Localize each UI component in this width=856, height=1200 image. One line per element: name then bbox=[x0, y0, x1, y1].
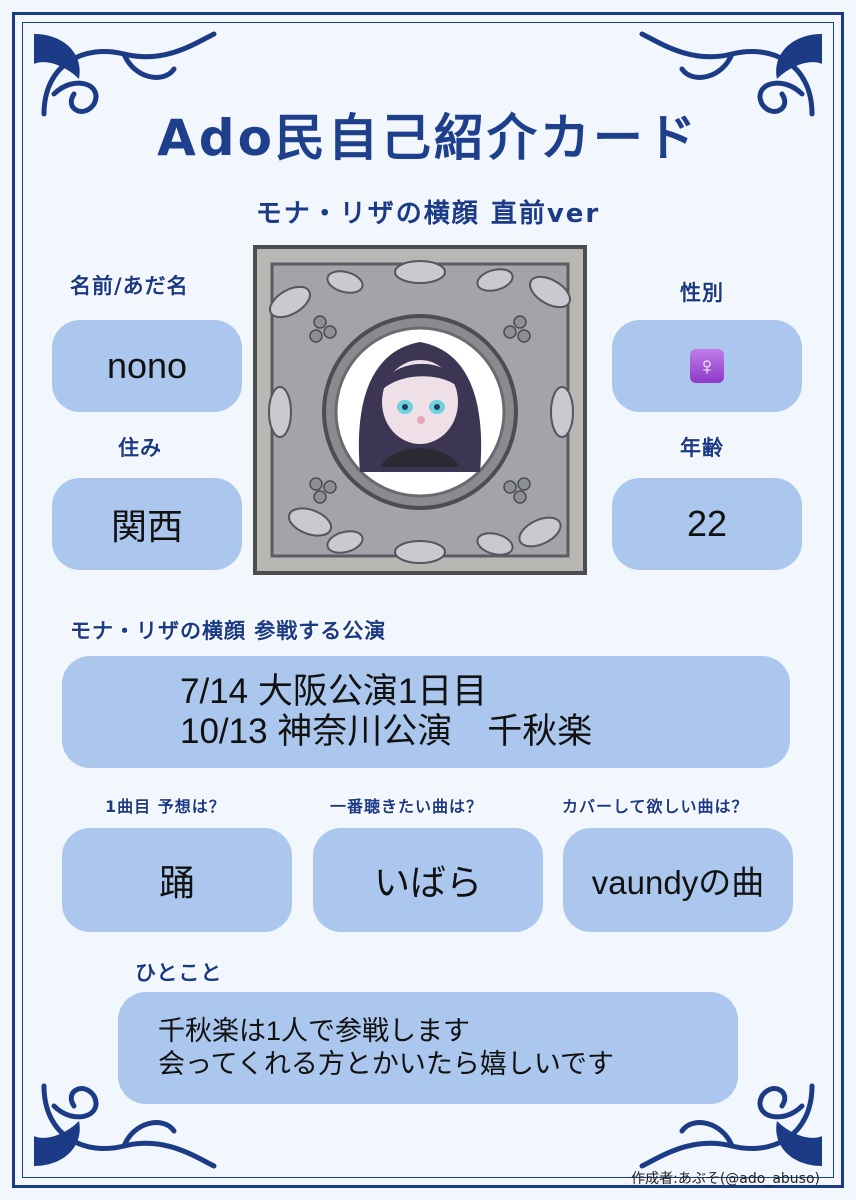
female-sign-icon: ♀ bbox=[690, 349, 724, 383]
name-box: nono bbox=[52, 320, 242, 412]
performances-box: 7/14 大阪公演1日目 10/13 神奈川公演 千秋楽 bbox=[62, 656, 790, 768]
question-label-1: 1曲目 予想は？ bbox=[105, 797, 226, 816]
residence-box: 関西 bbox=[52, 478, 242, 570]
performances-label: モナ・リザの横顔 参戦する公演 bbox=[70, 619, 387, 643]
age-box: 22 bbox=[612, 478, 802, 570]
comment-line-2: 会ってくれる方とかいたら嬉しいです bbox=[158, 1049, 615, 1079]
portrait-frame bbox=[253, 245, 587, 575]
age-value: 22 bbox=[686, 503, 728, 544]
question-value-2: いばら bbox=[373, 862, 482, 903]
gender-label: 性別 bbox=[680, 281, 724, 305]
name-value: nono bbox=[106, 345, 188, 386]
comment-box: 千秋楽は1人で参戦します 会ってくれる方とかいたら嬉しいです bbox=[118, 992, 738, 1104]
question-value-1: 踊 bbox=[158, 862, 195, 903]
gender-box: ♀ bbox=[612, 320, 802, 412]
question-box-3: vaundyの曲 bbox=[563, 828, 793, 932]
residence-value: 関西 bbox=[110, 506, 183, 547]
residence-label: 住み bbox=[118, 436, 162, 460]
comment-label: ひとこと bbox=[135, 961, 223, 985]
card-title: Ado民自己紹介カード bbox=[157, 109, 699, 167]
performance-line-2: 10/13 神奈川公演 千秋楽 bbox=[180, 712, 593, 751]
name-label: 名前/あだ名 bbox=[70, 274, 189, 298]
question-label-3: カバーして欲しい曲は？ bbox=[562, 797, 749, 816]
performance-line-1: 7/14 大阪公演1日目 bbox=[180, 672, 488, 711]
creator-credit: 作成者:あぶそ(@ado_abuso) bbox=[631, 1171, 820, 1187]
question-box-2: いばら bbox=[313, 828, 543, 932]
card-subtitle: モナ・リザの横顔 直前ver bbox=[255, 199, 601, 229]
question-value-3: vaundyの曲 bbox=[591, 864, 765, 901]
comment-line-1: 千秋楽は1人で参戦します bbox=[158, 1016, 471, 1046]
question-label-2: 一番聴きたい曲は？ bbox=[330, 797, 484, 816]
age-label: 年齢 bbox=[680, 436, 724, 460]
question-box-1: 踊 bbox=[62, 828, 292, 932]
